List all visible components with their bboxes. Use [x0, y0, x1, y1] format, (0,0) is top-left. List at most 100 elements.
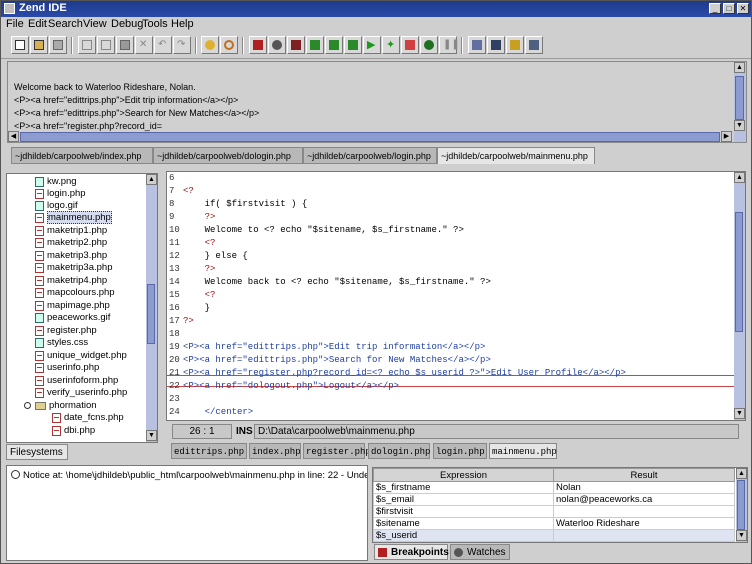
scroll-up-arrow[interactable]: ▲ — [146, 174, 157, 185]
scroll-thumb[interactable] — [147, 284, 155, 344]
tab-filesystems[interactable]: Filesystems — [6, 444, 68, 460]
tree-item[interactable]: maketrip4.php — [35, 275, 107, 287]
tree-folder[interactable]: phormation — [49, 400, 97, 412]
run-button[interactable]: ▶ — [363, 36, 381, 54]
tree-item-selected[interactable]: mainmenu.php — [35, 211, 112, 224]
tab-mainmenu[interactable]: ~jdhildeb/carpoolweb/mainmenu.php — [437, 147, 595, 164]
expression-header[interactable]: Expression — [373, 468, 554, 482]
tree-item[interactable]: dbi.php — [52, 425, 95, 437]
tree-item[interactable]: maketrip2.php — [35, 237, 107, 249]
undo-button[interactable]: ↶ — [154, 36, 172, 54]
step-out-button[interactable] — [344, 36, 362, 54]
tree-item[interactable]: date_fcns.php — [52, 412, 124, 424]
tab-index[interactable]: index.php — [249, 443, 301, 459]
tab-mainmenu[interactable]: mainmenu.php — [489, 443, 557, 459]
tab-login[interactable]: login.php — [433, 443, 487, 459]
menu-file[interactable]: File — [6, 18, 24, 30]
tab-index[interactable]: ~jdhildeb/carpoolweb/index.php — [11, 147, 153, 164]
delete-button[interactable]: ✕ — [135, 36, 153, 54]
table-row[interactable]: $s_firstname Nolan — [373, 481, 735, 494]
menu-view[interactable]: View — [83, 18, 107, 30]
redo-button[interactable]: ↷ — [173, 36, 191, 54]
watch-button[interactable] — [268, 36, 286, 54]
editor-file-tabs: edittrips.php index.php register.php dol… — [171, 443, 751, 460]
scroll-thumb[interactable] — [735, 212, 743, 332]
window-button[interactable] — [506, 36, 524, 54]
tab-breakpoints[interactable]: Breakpoints — [374, 544, 449, 560]
tree-item[interactable]: maketrip3.php — [35, 250, 107, 262]
paste-button[interactable] — [116, 36, 134, 54]
tree-item[interactable]: maketrip3a.php — [35, 262, 112, 274]
tree-item[interactable]: unique_widget.php — [35, 350, 127, 362]
table-row[interactable]: $sitename Waterloo Rideshare — [373, 517, 735, 530]
tab-edittrips[interactable]: edittrips.php — [171, 443, 247, 459]
scroll-down-arrow[interactable]: ▼ — [734, 120, 745, 131]
settings-button[interactable] — [468, 36, 486, 54]
scroll-down-arrow[interactable]: ▼ — [146, 430, 157, 441]
tree-item[interactable]: register.php — [35, 325, 97, 337]
tree-item[interactable]: kw.png — [35, 176, 77, 188]
tree-item[interactable]: userinfoform.php — [35, 375, 118, 387]
scroll-right-arrow[interactable]: ▶ — [721, 131, 732, 142]
scroll-down-arrow[interactable]: ▼ — [736, 530, 747, 541]
tree-item[interactable]: maketrip1.php — [35, 225, 107, 237]
tab-dologin[interactable]: ~jdhildeb/carpoolweb/dologin.php — [153, 147, 303, 164]
tab-login[interactable]: ~jdhildeb/carpoolweb/login.php — [303, 147, 437, 164]
project-button[interactable] — [487, 36, 505, 54]
tab-register[interactable]: register.php — [303, 443, 371, 459]
run-to-cursor-button[interactable]: ✦ — [382, 36, 400, 54]
watches-vertical-scrollbar[interactable]: ▲ ▼ — [736, 468, 747, 542]
scroll-left-arrow[interactable]: ◀ — [8, 131, 19, 142]
scroll-up-arrow[interactable]: ▲ — [734, 62, 745, 73]
menu-search[interactable]: Search — [48, 18, 83, 30]
bug-icon[interactable] — [420, 36, 438, 54]
scroll-up-arrow[interactable]: ▲ — [734, 172, 745, 183]
tab-watches[interactable]: Watches — [450, 544, 510, 560]
step-over-button[interactable] — [325, 36, 343, 54]
tree-item[interactable]: styles.css — [35, 337, 88, 349]
editor-vertical-scrollbar[interactable]: ▲ ▼ — [734, 172, 745, 420]
table-row[interactable]: $s_email nolan@peaceworks.ca — [373, 493, 735, 506]
minimize-button[interactable]: _ — [709, 3, 721, 14]
tree-item[interactable]: peaceworks.gif — [35, 312, 110, 324]
tree-item[interactable]: userinfo.php — [35, 362, 99, 374]
output-horizontal-scrollbar[interactable] — [20, 132, 720, 142]
menu-help[interactable]: Help — [171, 18, 194, 30]
expand-toggle-icon[interactable] — [24, 402, 31, 409]
open-file-button[interactable] — [30, 36, 48, 54]
table-row[interactable]: $s_userid — [373, 529, 735, 542]
menu-edit[interactable]: Edit — [28, 18, 47, 30]
menu-tools[interactable]: Tools — [142, 18, 168, 30]
scroll-up-arrow[interactable]: ▲ — [736, 468, 747, 479]
tree-vertical-scrollbar[interactable]: ▲ ▼ — [146, 174, 157, 442]
breakpoint-button[interactable] — [287, 36, 305, 54]
find-button[interactable] — [201, 36, 219, 54]
tab-dologin[interactable]: dologin.php — [368, 443, 430, 459]
pause-button[interactable]: ❚❚ — [439, 36, 460, 54]
maximize-button[interactable]: □ — [723, 3, 735, 14]
image-file-icon — [35, 313, 44, 323]
copy-button[interactable] — [97, 36, 115, 54]
tree-item[interactable]: login.php — [35, 188, 86, 200]
menu-debug[interactable]: Debug — [111, 18, 143, 30]
scroll-thumb[interactable] — [737, 480, 745, 530]
step-into-button[interactable] — [306, 36, 324, 54]
code-editor[interactable]: 6 7 <? 8 if( $firstvisit ) { 9 ?> 10 Welc… — [166, 171, 746, 421]
code-line: 11 <? — [169, 238, 216, 248]
new-file-button[interactable] — [11, 36, 29, 54]
table-row[interactable]: $firstvisit — [373, 505, 735, 518]
replace-button[interactable] — [220, 36, 238, 54]
cut-button[interactable] — [78, 36, 96, 54]
debug-button[interactable] — [249, 36, 267, 54]
layout-button[interactable] — [525, 36, 543, 54]
save-file-button[interactable] — [49, 36, 67, 54]
close-button[interactable]: ✕ — [737, 3, 749, 14]
scroll-down-arrow[interactable]: ▼ — [734, 408, 745, 419]
tree-item[interactable]: verify_userinfo.php — [35, 387, 127, 399]
tree-item[interactable]: mapcolours.php — [35, 287, 115, 299]
go-button[interactable] — [401, 36, 419, 54]
result-header[interactable]: Result — [553, 468, 735, 482]
output-vertical-scrollbar[interactable]: ▲ ▼ — [734, 62, 746, 142]
tree-item[interactable]: mapimage.php — [35, 300, 110, 312]
scroll-thumb[interactable] — [735, 76, 744, 120]
